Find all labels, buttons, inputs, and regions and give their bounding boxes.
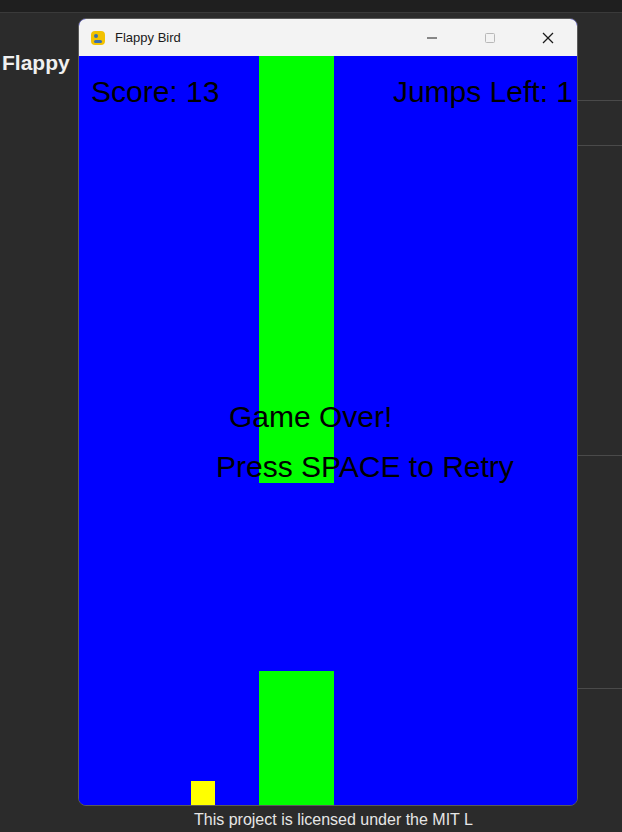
divider	[578, 100, 622, 101]
title-bar[interactable]: Flappy Bird	[79, 19, 577, 56]
pygame-snake-icon	[89, 29, 107, 47]
top-strip	[0, 0, 622, 13]
close-button[interactable]	[519, 19, 577, 56]
close-icon	[542, 32, 554, 44]
maximize-icon	[484, 32, 496, 44]
game-canvas[interactable]: Score: 13 Jumps Left: 1 Game Over! Press SP…	[79, 56, 577, 805]
minimize-icon	[426, 32, 438, 44]
window-title: Flappy Bird	[115, 30, 395, 45]
jumps-left: Jumps Left: 1	[393, 74, 573, 110]
page-footer: This project is licensed under the MIT L	[2, 810, 622, 830]
window-controls	[403, 19, 577, 56]
divider	[578, 455, 622, 456]
retry-prompt: Press SPACE to Retry	[216, 449, 514, 485]
game-window: Flappy Bird Score: 13 Jumps Left: 1 Game Ov…	[78, 18, 578, 806]
bottom-pipe	[259, 671, 334, 805]
game-over-text: Game Over!	[229, 399, 392, 435]
hud: Score: 13 Jumps Left: 1	[79, 56, 577, 110]
maximize-button	[461, 19, 519, 56]
divider	[578, 688, 622, 689]
desktop: FlappyThis project is licensed under the…	[0, 0, 622, 832]
divider	[578, 145, 622, 146]
score: Score: 13	[91, 74, 219, 110]
minimize-button[interactable]	[403, 19, 461, 56]
bird	[191, 781, 215, 805]
